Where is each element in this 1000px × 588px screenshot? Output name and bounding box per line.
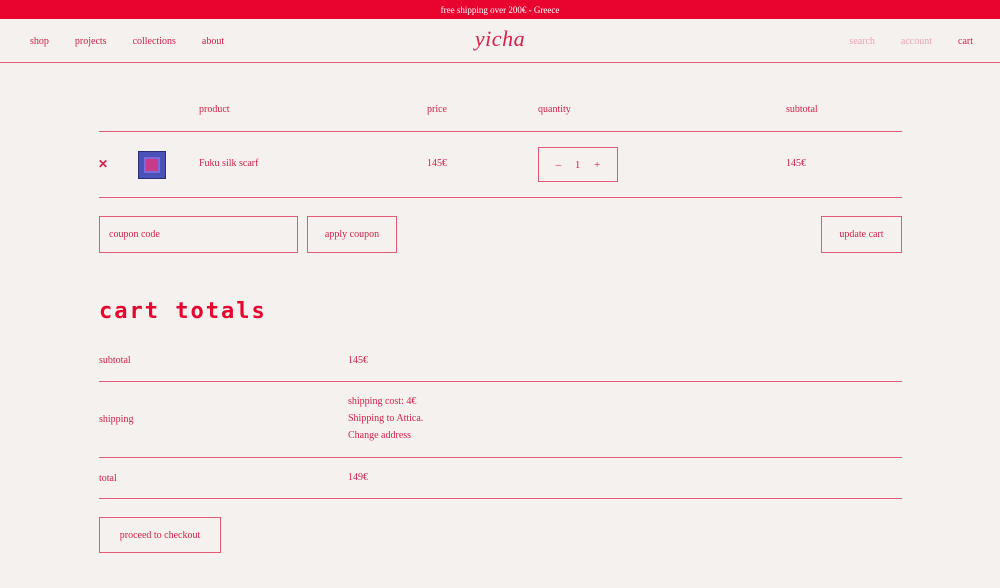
- divider: [99, 197, 902, 198]
- product-thumbnail[interactable]: [138, 151, 166, 179]
- promo-banner: free shipping over 200€ - Greece: [0, 0, 1000, 19]
- nav-search[interactable]: search: [849, 36, 875, 47]
- product-subtotal: 145€: [786, 158, 806, 169]
- site-header: shop projects collections about yicha se…: [0, 19, 1000, 63]
- divider: [99, 457, 902, 458]
- shipping-cost: shipping cost: 4€: [348, 396, 417, 407]
- shipping-destination: Shipping to Attica.: [348, 413, 424, 424]
- decrease-button[interactable]: –: [556, 159, 562, 171]
- coupon-input[interactable]: [99, 216, 298, 253]
- divider: [99, 498, 902, 499]
- increase-button[interactable]: +: [594, 159, 600, 171]
- quantity-value[interactable]: 1: [575, 159, 581, 171]
- divider: [99, 131, 902, 132]
- utility-nav: search account cart: [849, 19, 973, 63]
- apply-coupon-button[interactable]: apply coupon: [307, 216, 397, 253]
- nav-cart[interactable]: cart: [958, 36, 973, 47]
- scarf-image: [144, 157, 160, 173]
- cart-totals-title: cart totals: [99, 299, 267, 324]
- update-cart-button[interactable]: update cart: [821, 216, 902, 253]
- nav-account[interactable]: account: [901, 36, 932, 47]
- subtotal-value: 145€: [348, 355, 368, 366]
- col-quantity: quantity: [538, 104, 571, 115]
- col-price: price: [427, 104, 447, 115]
- product-price: 145€: [427, 158, 447, 169]
- total-value: 149€: [348, 472, 368, 483]
- divider: [99, 381, 902, 382]
- cart-table-header: product price quantity subtotal: [0, 104, 1000, 118]
- col-subtotal: subtotal: [786, 104, 818, 115]
- promo-text: free shipping over 200€ - Greece: [440, 4, 560, 15]
- product-name[interactable]: Fuku silk scarf: [199, 158, 258, 169]
- remove-item-button[interactable]: ✕: [98, 157, 108, 172]
- shipping-details: shipping cost: 4€ Shipping to Attica. Ch…: [348, 393, 423, 444]
- change-address-link[interactable]: Change address: [348, 427, 423, 444]
- proceed-to-checkout-button[interactable]: proceed to checkout: [99, 517, 221, 553]
- subtotal-label: subtotal: [99, 355, 131, 366]
- col-product: product: [199, 104, 230, 115]
- total-label: total: [99, 473, 117, 484]
- quantity-stepper[interactable]: – 1 +: [538, 147, 618, 182]
- shipping-label: shipping: [99, 414, 134, 425]
